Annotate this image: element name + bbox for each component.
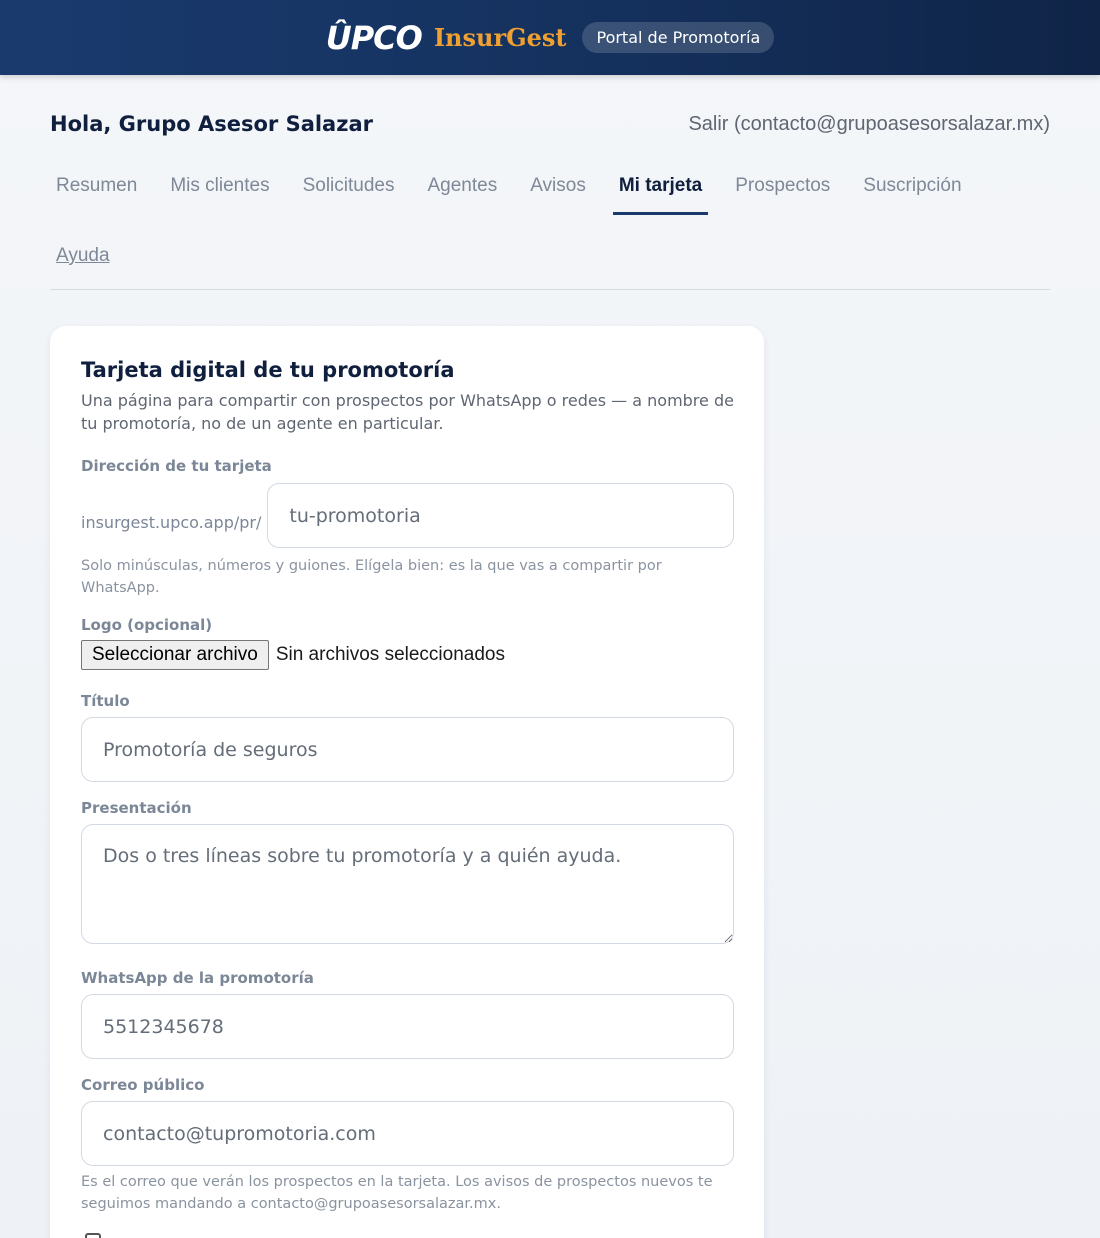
logo-file-row: Seleccionar archivo Sin archivos selecci…: [81, 640, 734, 670]
select-file-button[interactable]: Seleccionar archivo: [81, 640, 269, 670]
title-input[interactable]: [81, 717, 734, 782]
greeting: Hola, Grupo Asesor Salazar: [50, 112, 373, 136]
card-title: Tarjeta digital de tu promotoría: [81, 358, 455, 382]
tab-avisos[interactable]: Avisos: [524, 167, 592, 215]
address-input[interactable]: [267, 483, 734, 548]
address-label: Dirección de tu tarjeta: [81, 457, 272, 475]
tab-mis-clientes[interactable]: Mis clientes: [164, 167, 275, 215]
tab-suscripcion[interactable]: Suscripción: [857, 167, 967, 215]
whatsapp-label: WhatsApp de la promotoría: [81, 969, 314, 987]
portal-badge: Portal de Promotoría: [582, 22, 775, 53]
title-label: Título: [81, 692, 130, 710]
main-container: Hola, Grupo Asesor Salazar Salir (contac…: [0, 111, 1100, 1238]
address-row: insurgest.upco.app/pr/: [81, 483, 734, 548]
brand: ÛPCO InsurGest Portal de Promotoría: [326, 19, 775, 57]
file-status: Sin archivos seleccionados: [275, 644, 505, 665]
tab-solicitudes[interactable]: Solicitudes: [297, 167, 401, 215]
tab-prospectos[interactable]: Prospectos: [729, 167, 836, 215]
presentation-label: Presentación: [81, 799, 192, 817]
email-label: Correo público: [81, 1076, 205, 1094]
logo-label: Logo (opcional): [81, 616, 213, 634]
insurgest-logo: InsurGest: [433, 23, 567, 52]
whatsapp-input[interactable]: [81, 994, 734, 1059]
email-hint: Es el correo que verán los prospectos en…: [81, 1174, 713, 1212]
top-bar: ÛPCO InsurGest Portal de Promotoría: [0, 0, 1100, 75]
greeting-row: Hola, Grupo Asesor Salazar Salir (contac…: [50, 111, 1050, 137]
tab-ayuda[interactable]: Ayuda: [50, 237, 116, 285]
tab-mi-tarjeta[interactable]: Mi tarjeta: [612, 167, 709, 215]
url-prefix: insurgest.upco.app/pr/: [81, 513, 262, 532]
tab-bar: Resumen Mis clientes Solicitudes Agentes…: [50, 167, 1050, 290]
tab-agentes[interactable]: Agentes: [421, 167, 503, 215]
address-hint: Solo minúsculas, números y guiones. Elíg…: [81, 558, 662, 596]
card-description: Una página para compartir con prospectos…: [81, 391, 734, 433]
card-form: Tarjeta digital de tu promotoría Una pág…: [50, 326, 764, 1238]
email-input[interactable]: [81, 1101, 734, 1166]
presentation-textarea[interactable]: [81, 824, 734, 944]
checkbox[interactable]: [85, 1233, 101, 1238]
tab-resumen[interactable]: Resumen: [50, 167, 143, 215]
logout-link[interactable]: Salir (contacto@grupoasesorsalazar.mx): [688, 113, 1050, 136]
upco-logo: ÛPCO: [325, 18, 423, 57]
